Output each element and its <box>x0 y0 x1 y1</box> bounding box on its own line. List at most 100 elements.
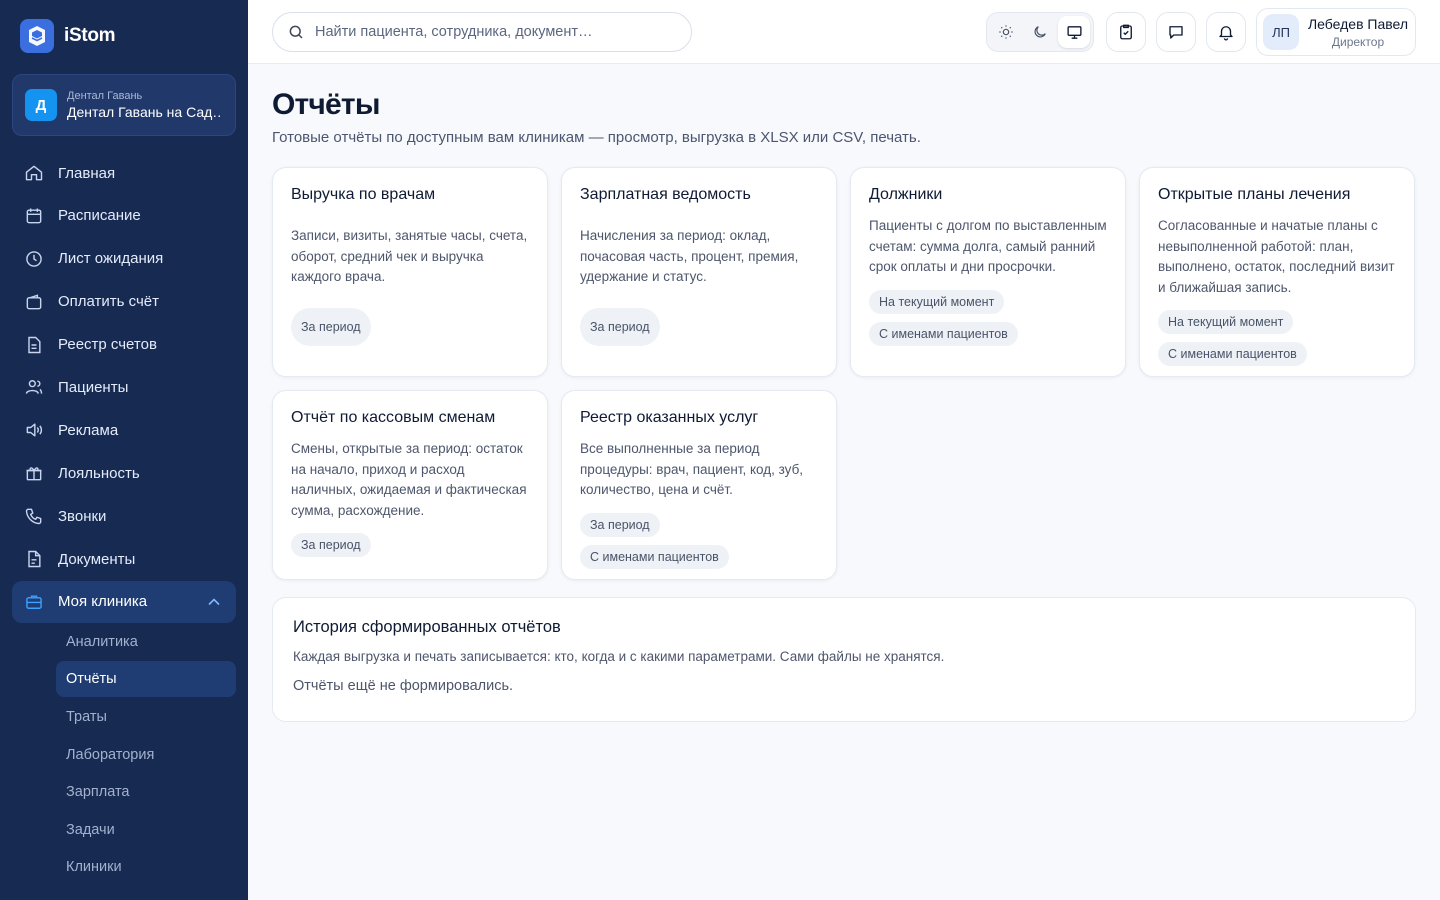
notifications-button[interactable] <box>1206 12 1246 52</box>
user-name: Лебедев Павел <box>1307 15 1409 32</box>
nav-label: Реклама <box>58 421 119 439</box>
report-card-open-plans[interactable]: Открытые планы лечения Согласованные и н… <box>1139 167 1415 377</box>
report-title: Отчёт по кассовым сменам <box>291 409 496 426</box>
nav-item-pay-invoice[interactable]: Оплатить счёт <box>12 281 236 323</box>
report-title: Должники <box>869 186 943 203</box>
tag-period: За период <box>580 307 660 346</box>
sidebar: iStom Д Дентал Гавань Дентал Гавань на С… <box>0 0 248 900</box>
nav-label: Главная <box>58 164 116 182</box>
tag-period: За период <box>291 307 371 346</box>
report-history: История сформированных отчётов Каждая вы… <box>272 597 1416 722</box>
search-box[interactable] <box>272 12 692 52</box>
nav-label: Звонки <box>58 507 107 525</box>
user-menu[interactable]: ЛП Лебедев Павел Директор <box>1256 8 1416 56</box>
tooth-logo-icon <box>20 19 54 53</box>
sun-icon <box>999 25 1013 39</box>
history-title: История сформированных отчётов <box>293 618 561 636</box>
subnav-item-laboratory[interactable]: Лаборатория <box>56 737 236 773</box>
document-icon <box>28 336 41 353</box>
report-description: Согласованные и начатые планы с невыполн… <box>1158 218 1395 295</box>
nav-item-documents[interactable]: Документы <box>12 538 236 580</box>
report-tags: На текущий момент С именами пациентов <box>869 289 1107 346</box>
nav-item-ads[interactable]: Реклама <box>12 409 236 451</box>
chat-icon <box>1169 26 1183 39</box>
theme-dark-button[interactable] <box>1024 16 1056 48</box>
report-description: Все выполненные за период процедуры: вра… <box>580 441 804 497</box>
subnav-item-tasks[interactable]: Задачи <box>56 812 236 848</box>
tag-current: На текущий момент <box>1158 310 1294 334</box>
page-title: Отчёты <box>272 88 380 121</box>
clinic-org: Дентал Гавань <box>67 90 143 102</box>
report-card-payroll[interactable]: Зарплатная ведомость Начисления за перио… <box>561 167 837 377</box>
tag-patient-names: С именами пациентов <box>1158 342 1307 366</box>
calendar-icon <box>26 208 42 224</box>
user-info: Лебедев Павел Директор <box>1307 16 1409 49</box>
my-clinic-subnav: Аналитика Отчёты Траты Лаборатория Зарпл… <box>12 624 236 886</box>
search-input[interactable] <box>315 24 675 40</box>
report-title: Открытые планы лечения <box>1158 186 1351 203</box>
report-card-debtors[interactable]: Должники Пациенты с долгом по выставленн… <box>850 167 1126 377</box>
theme-light-button[interactable] <box>990 16 1022 48</box>
history-description: Каждая выгрузка и печать записывается: к… <box>293 649 945 664</box>
tasks-button[interactable] <box>1106 12 1146 52</box>
avatar: ЛП <box>1263 14 1299 50</box>
nav-label: Лояльность <box>58 464 140 482</box>
nav-item-calls[interactable]: Звонки <box>12 495 236 537</box>
subnav-item-expenses[interactable]: Траты <box>56 699 236 735</box>
report-card-cash-shifts[interactable]: Отчёт по кассовым сменам Смены, открытые… <box>272 390 548 580</box>
theme-switcher <box>986 12 1094 52</box>
report-description: Записи, визиты, занятые часы, счета, обо… <box>291 228 528 284</box>
tag-period: За период <box>580 512 660 537</box>
nav-label: Расписание <box>58 207 141 225</box>
report-title: Реестр оказанных услуг <box>580 409 759 426</box>
clipboard-check-icon <box>1120 24 1132 40</box>
moon-icon <box>1034 26 1046 38</box>
nav-item-schedule[interactable]: Расписание <box>12 195 236 237</box>
report-card-services-registry[interactable]: Реестр оказанных услуг Все выполненные з… <box>561 390 837 580</box>
report-description: Пациенты с долгом по выставленным счетам… <box>869 218 1107 274</box>
nav-item-waitlist[interactable]: Лист ожидания <box>12 238 236 280</box>
tag-current: На текущий момент <box>869 289 1005 314</box>
subnav-item-reports[interactable]: Отчёты <box>56 661 236 698</box>
chevron-up-icon[interactable] <box>204 592 224 612</box>
users-icon <box>25 380 43 395</box>
messages-button[interactable] <box>1156 12 1196 52</box>
report-tags: За период <box>291 533 529 557</box>
user-role: Директор <box>1331 34 1385 49</box>
tag-patient-names: С именами пациентов <box>869 321 1018 346</box>
subnav-item-clinics[interactable]: Клиники <box>56 849 236 885</box>
nav-label: Лист ожидания <box>58 250 164 268</box>
nav-item-my-clinic[interactable]: Моя клиника <box>12 580 236 623</box>
subnav-item-salary[interactable]: Зарплата <box>56 774 236 810</box>
topbar: ЛП Лебедев Павел Директор <box>248 0 1440 64</box>
wallet-icon <box>26 294 42 310</box>
gift-icon <box>26 467 42 481</box>
nav-label: Реестр счетов <box>58 336 157 354</box>
monitor-icon <box>1066 25 1082 39</box>
nav-item-invoice-registry[interactable]: Реестр счетов <box>12 324 236 366</box>
nav-item-patients[interactable]: Пациенты <box>12 366 236 408</box>
history-empty-state: Отчёты ещё не формировались. <box>293 678 514 694</box>
briefcase-icon <box>26 595 42 609</box>
megaphone-icon <box>26 423 43 437</box>
app-name: iStom <box>64 25 116 46</box>
nav-label: Документы <box>58 550 136 568</box>
report-tags: За период <box>580 307 818 346</box>
nav-item-home[interactable]: Главная <box>12 152 236 194</box>
report-title: Зарплатная ведомость <box>580 186 751 203</box>
clinic-name: Дентал Гавань на Садовой <box>67 104 223 120</box>
bell-icon <box>1219 26 1233 41</box>
brand[interactable]: iStom <box>20 19 116 53</box>
clock-icon <box>26 250 42 267</box>
nav-label: Пациенты <box>58 378 129 396</box>
report-description: Начисления за период: оклад, почасовая ч… <box>580 228 799 284</box>
home-icon <box>25 165 43 181</box>
clinic-switcher[interactable]: Д Дентал Гавань Дентал Гавань на Садовой <box>12 74 236 136</box>
report-card-doctor-revenue[interactable]: Выручка по врачам Записи, визиты, заняты… <box>272 167 548 377</box>
search-icon <box>289 25 303 39</box>
report-title: Выручка по врачам <box>291 186 436 203</box>
clinic-text: Дентал Гавань Дентал Гавань на Садовой <box>67 90 223 120</box>
subnav-item-analytics[interactable]: Аналитика <box>56 624 236 660</box>
theme-system-button[interactable] <box>1058 16 1090 48</box>
nav-item-loyalty[interactable]: Лояльность <box>12 452 236 494</box>
